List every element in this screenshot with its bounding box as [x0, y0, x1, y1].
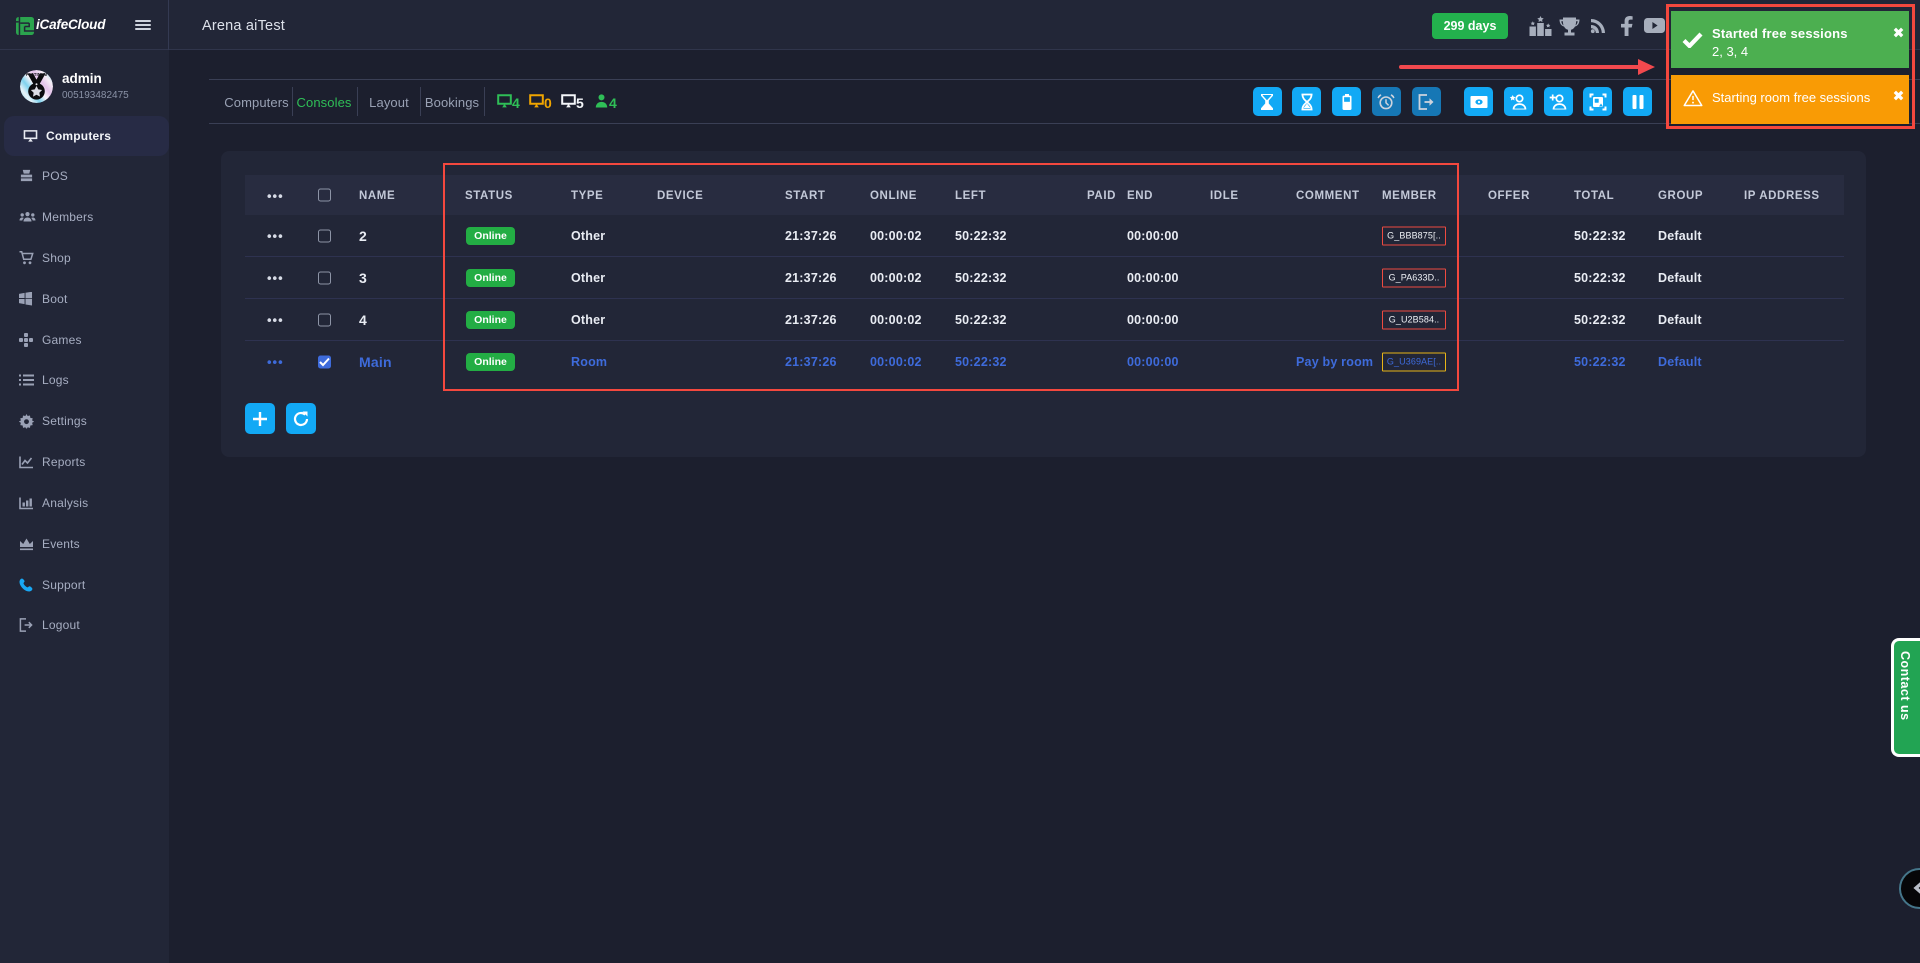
svg-text:PLATINUM: PLATINUM — [26, 72, 48, 77]
